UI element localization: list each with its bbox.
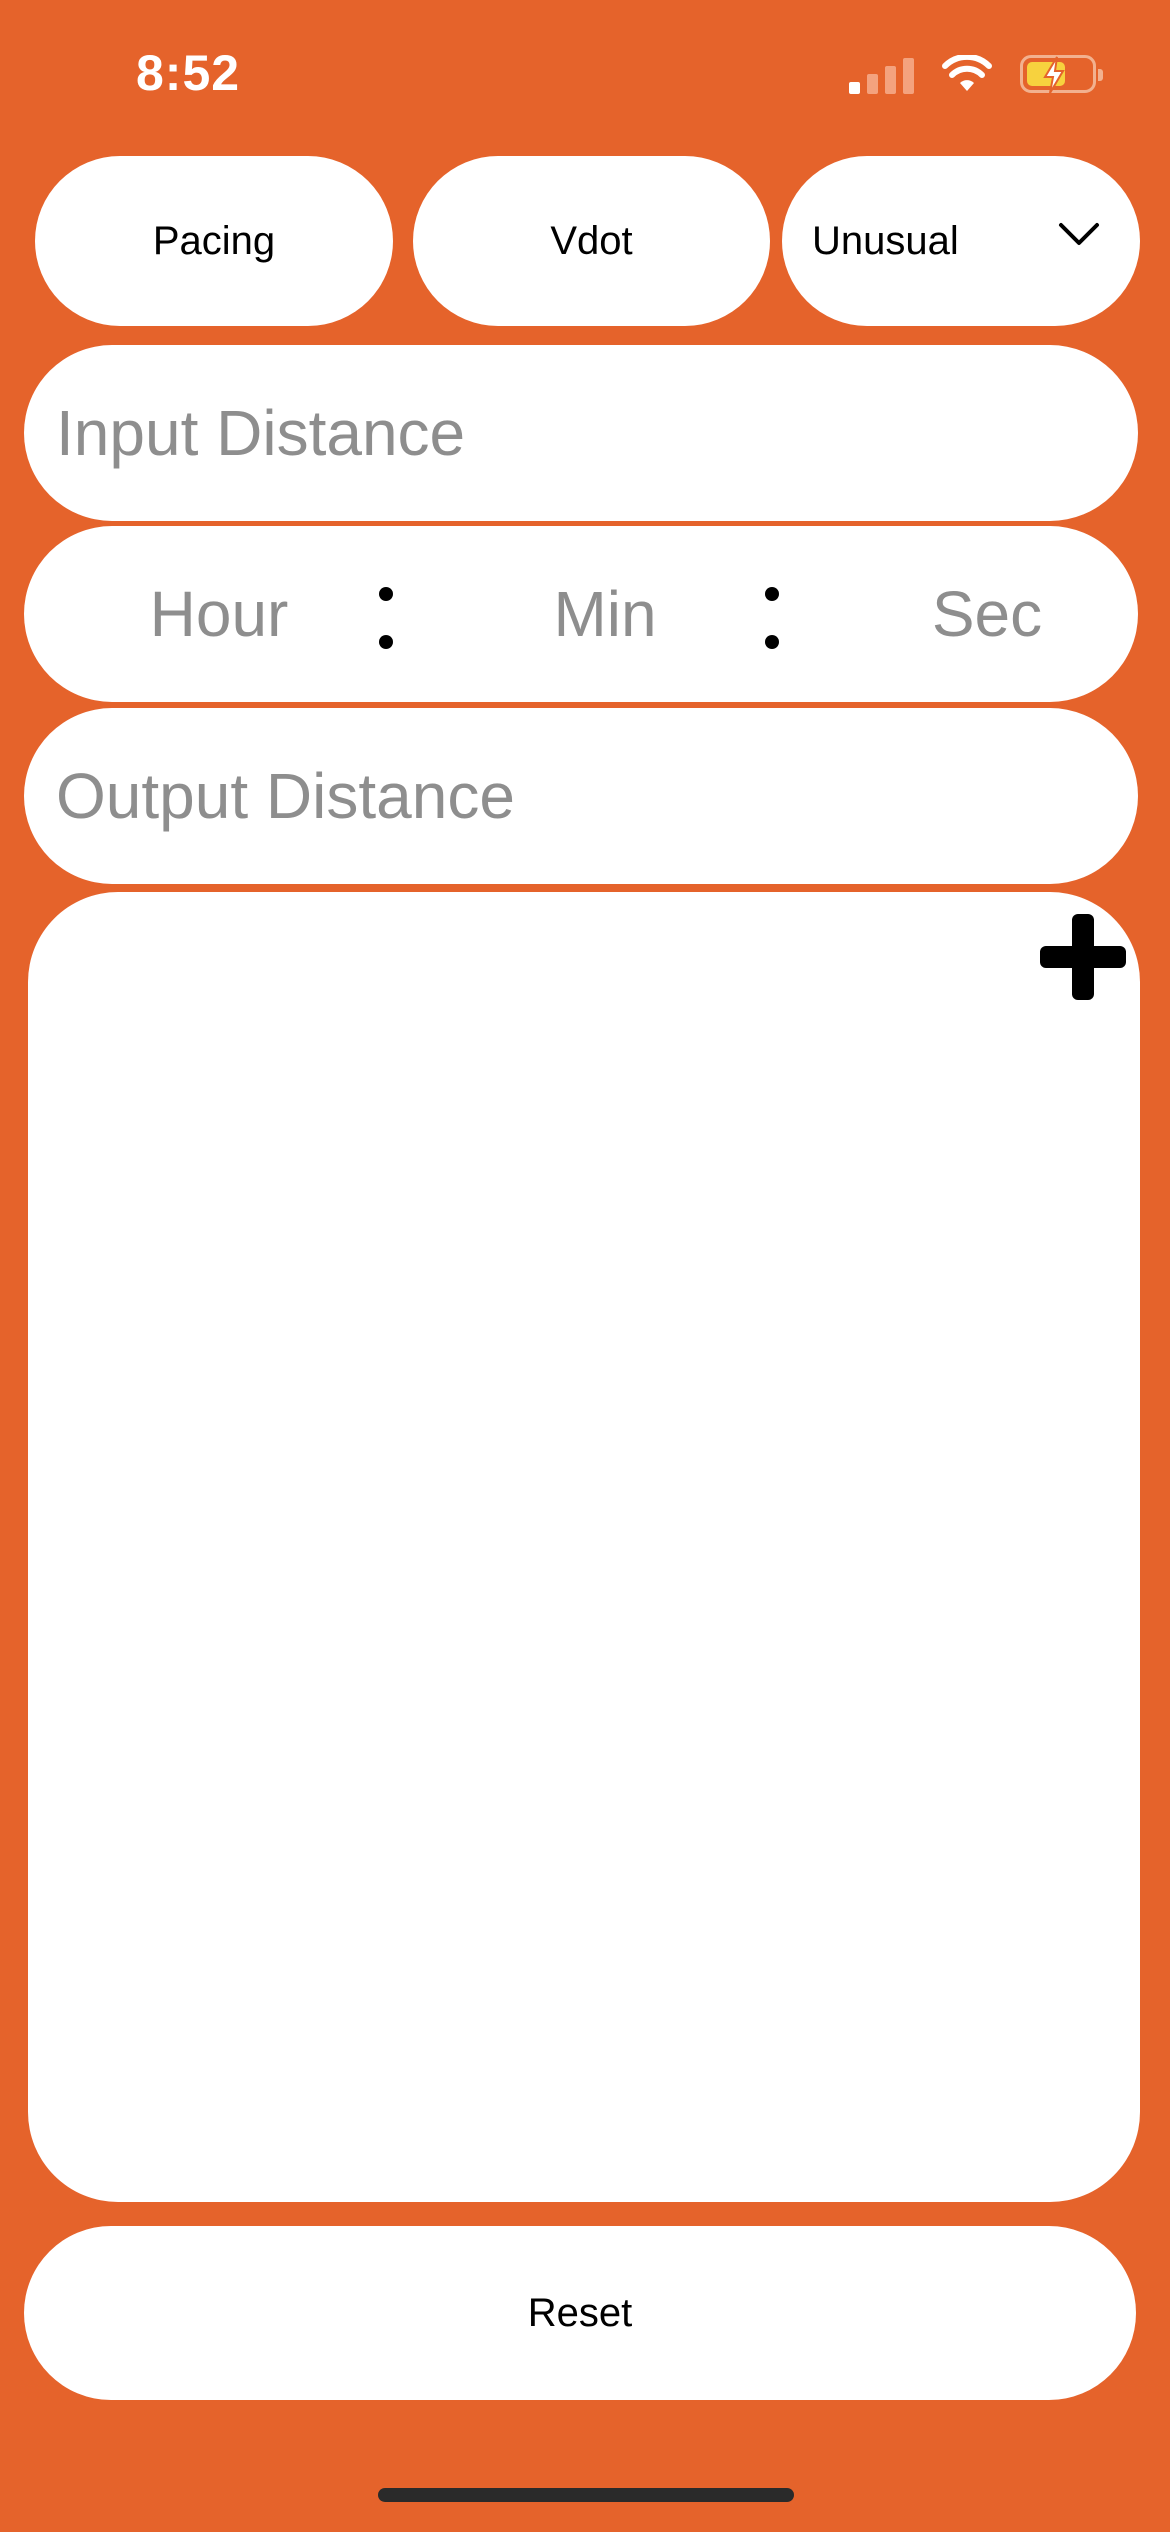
time-input-row: Hour Min Sec <box>24 526 1138 702</box>
plus-icon[interactable] <box>1038 912 1128 1002</box>
output-distance-field[interactable]: Output Distance <box>24 708 1138 884</box>
status-time: 8:52 <box>136 45 241 101</box>
hour-field[interactable]: Hour <box>64 526 374 702</box>
tab-vdot-label: Vdot <box>550 218 633 263</box>
cellular-signal-icon <box>849 54 914 94</box>
minute-field[interactable]: Min <box>450 526 760 702</box>
output-distance-placeholder: Output Distance <box>56 760 515 832</box>
colon-separator <box>765 587 779 683</box>
second-placeholder: Sec <box>931 578 1043 650</box>
unusual-dropdown-label: Unusual <box>812 218 959 263</box>
second-field[interactable]: Sec <box>832 526 1142 702</box>
input-distance-field[interactable]: Input Distance <box>24 345 1138 521</box>
chevron-down-icon <box>1059 223 1099 245</box>
home-indicator[interactable] <box>378 2488 794 2502</box>
wifi-icon <box>942 55 992 91</box>
tab-pacing[interactable]: Pacing <box>35 156 393 326</box>
reset-button-label: Reset <box>527 2290 633 2335</box>
results-panel <box>28 892 1140 2202</box>
tab-vdot[interactable]: Vdot <box>413 156 770 326</box>
status-icons <box>849 54 1103 94</box>
input-distance-placeholder: Input Distance <box>56 397 466 469</box>
tab-pacing-label: Pacing <box>152 218 276 263</box>
colon-separator <box>379 587 393 683</box>
unusual-dropdown[interactable]: Unusual <box>782 156 1140 326</box>
minute-placeholder: Min <box>553 578 657 650</box>
hour-placeholder: Hour <box>149 578 289 650</box>
reset-button[interactable]: Reset <box>24 2226 1136 2400</box>
battery-charging-icon <box>1020 55 1103 94</box>
